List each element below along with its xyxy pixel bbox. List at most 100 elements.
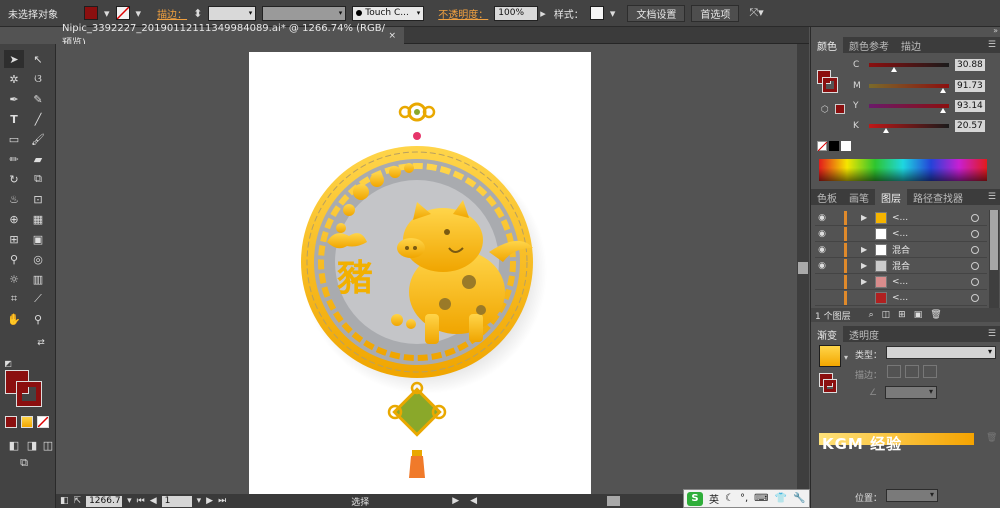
- zoom-field[interactable]: 1266.7: [86, 495, 123, 507]
- status-artboard-nav-icon[interactable]: ◧: [60, 496, 69, 506]
- opacity-label[interactable]: 不透明度：: [438, 6, 488, 21]
- eraser-tool-icon[interactable]: ▰: [28, 150, 48, 168]
- stroke-swatch[interactable]: [115, 6, 130, 20]
- expand-triangle-icon[interactable]: ▶: [861, 245, 873, 254]
- last-artboard-icon[interactable]: ⏭: [218, 496, 226, 506]
- artboard-tool-icon[interactable]: ⌗: [4, 290, 24, 308]
- expand-triangle-icon[interactable]: ▶: [861, 261, 873, 270]
- tab-transparency[interactable]: 透明度: [843, 326, 885, 342]
- color-stroke-swatch[interactable]: [822, 77, 838, 93]
- target-circle-icon[interactable]: [971, 229, 979, 238]
- target-circle-icon[interactable]: [971, 261, 979, 270]
- shape-builder-tool-icon[interactable]: ⊕: [4, 210, 24, 228]
- line-tool-icon[interactable]: ╱: [28, 110, 48, 128]
- stroke-along-icon[interactable]: [905, 365, 919, 378]
- ime-punctuation-icon[interactable]: °,: [740, 493, 748, 504]
- collapse-panels-icon[interactable]: »: [993, 26, 998, 35]
- artboard-number-field[interactable]: 1: [161, 495, 192, 507]
- curvature-tool-icon[interactable]: ✎: [28, 90, 48, 108]
- target-circle-icon[interactable]: [971, 245, 979, 254]
- magenta-slider[interactable]: [869, 84, 949, 93]
- warp-tool-icon[interactable]: ♨: [4, 190, 24, 208]
- target-circle-icon[interactable]: [971, 213, 979, 222]
- cyan-value[interactable]: 30.88: [955, 59, 985, 71]
- draw-inside-icon[interactable]: ◫: [38, 436, 58, 454]
- layers-scrollbar[interactable]: [989, 210, 999, 308]
- none-swatch-icon[interactable]: [817, 141, 827, 151]
- vertical-scroll-thumb[interactable]: [798, 262, 808, 274]
- make-clipping-mask-icon[interactable]: ◫: [882, 310, 891, 320]
- pencil-tool-icon[interactable]: ✏: [4, 150, 24, 168]
- magenta-value[interactable]: 91.73: [955, 80, 985, 92]
- canvas-area[interactable]: 豬: [56, 44, 797, 502]
- tab-color[interactable]: 颜色: [811, 37, 843, 53]
- variable-width-select[interactable]: ▾: [262, 5, 347, 21]
- tab-color-guide[interactable]: 颜色参考: [843, 37, 895, 53]
- out-of-gamut-icon[interactable]: ⬡: [821, 105, 829, 115]
- stroke-across-icon[interactable]: [923, 365, 937, 378]
- default-colors-icon[interactable]: ◩: [2, 354, 14, 372]
- artboard-dropdown-icon[interactable]: ▾: [197, 496, 202, 506]
- stroke-label[interactable]: 描边：: [157, 6, 187, 21]
- ime-keyboard-icon[interactable]: ⌨: [754, 493, 768, 504]
- target-circle-icon[interactable]: [971, 293, 979, 302]
- black-value[interactable]: 20.57: [955, 120, 985, 132]
- layers-panel-menu-icon[interactable]: ☰: [988, 192, 996, 202]
- tab-layers[interactable]: 图层: [875, 189, 907, 205]
- stroke-weight-field[interactable]: ▾: [208, 5, 257, 21]
- slider-knob[interactable]: [882, 128, 889, 133]
- black-swatch[interactable]: [829, 141, 839, 151]
- expand-triangle-icon[interactable]: ▶: [861, 213, 873, 222]
- gamut-swatch[interactable]: [835, 104, 845, 114]
- yellow-slider[interactable]: [869, 104, 949, 113]
- hand-tool-icon[interactable]: ✋: [4, 310, 24, 328]
- first-artboard-icon[interactable]: ⏮: [137, 496, 145, 506]
- gradient-swatch-dropdown-icon[interactable]: ▾: [844, 353, 848, 362]
- perspective-grid-tool-icon[interactable]: ▦: [28, 210, 48, 228]
- swap-fill-stroke-icon[interactable]: ⇄: [34, 334, 48, 352]
- cyan-slider[interactable]: [869, 63, 949, 72]
- vertical-scrollbar[interactable]: [797, 44, 809, 494]
- horizontal-scroll-thumb[interactable]: [607, 496, 620, 506]
- new-sublayer-icon[interactable]: ⊞: [898, 310, 906, 320]
- gradient-position-field[interactable]: ▾: [886, 489, 938, 502]
- layers-scroll-thumb[interactable]: [990, 210, 998, 270]
- visibility-eye-icon[interactable]: ◉: [815, 229, 829, 239]
- share-icon[interactable]: ⇱: [74, 496, 82, 506]
- opacity-arrow-icon[interactable]: ▸: [540, 7, 546, 20]
- expand-triangle-icon[interactable]: ▶: [861, 277, 873, 286]
- layer-row[interactable]: ◉ <...: [815, 226, 987, 242]
- preferences-button[interactable]: 首选项: [691, 4, 740, 22]
- color-spectrum[interactable]: [819, 159, 987, 181]
- style-swatch[interactable]: [589, 6, 604, 20]
- ime-skin-icon[interactable]: 👕: [775, 493, 787, 504]
- layer-row[interactable]: ◉ ▶ 混合: [815, 258, 987, 274]
- scale-tool-icon[interactable]: ⧉: [28, 170, 48, 188]
- locate-object-icon[interactable]: ⌕: [869, 310, 874, 320]
- tab-swatches[interactable]: 色板: [811, 189, 843, 205]
- gradient-stroke-icon[interactable]: [823, 379, 837, 393]
- stroke-dropdown-icon[interactable]: ▾: [136, 7, 142, 20]
- fill-swatch[interactable]: [84, 6, 98, 20]
- sogou-logo-icon[interactable]: S: [687, 491, 703, 506]
- next-artboard-icon[interactable]: ▶: [206, 496, 213, 506]
- artboard[interactable]: 豬: [249, 52, 591, 502]
- color-mode-icon[interactable]: [5, 416, 17, 428]
- slider-knob[interactable]: [939, 88, 946, 93]
- zoom-tool-icon[interactable]: ⚲: [28, 310, 48, 328]
- rectangle-tool-icon[interactable]: ▭: [4, 130, 24, 148]
- ime-moon-icon[interactable]: ☾: [725, 493, 734, 504]
- tab-stroke[interactable]: 描边: [895, 37, 927, 53]
- draw-mode-icon[interactable]: ◧: [4, 436, 24, 454]
- opacity-field[interactable]: 100%: [494, 5, 539, 21]
- symbol-sprayer-tool-icon[interactable]: ☼: [4, 270, 24, 288]
- layer-row[interactable]: ▶ <...: [815, 274, 987, 290]
- brush-definition-select[interactable]: Touch C... ▾: [352, 5, 425, 21]
- free-transform-tool-icon[interactable]: ⊡: [28, 190, 48, 208]
- hscroll-left-icon[interactable]: ◀: [470, 496, 477, 506]
- arrange-icon[interactable]: ⤧▾: [749, 6, 763, 20]
- color-panel-menu-icon[interactable]: ☰: [988, 40, 996, 50]
- white-swatch[interactable]: [841, 141, 851, 151]
- slider-knob[interactable]: [890, 67, 897, 72]
- zoom-dropdown-icon[interactable]: ▾: [127, 496, 132, 506]
